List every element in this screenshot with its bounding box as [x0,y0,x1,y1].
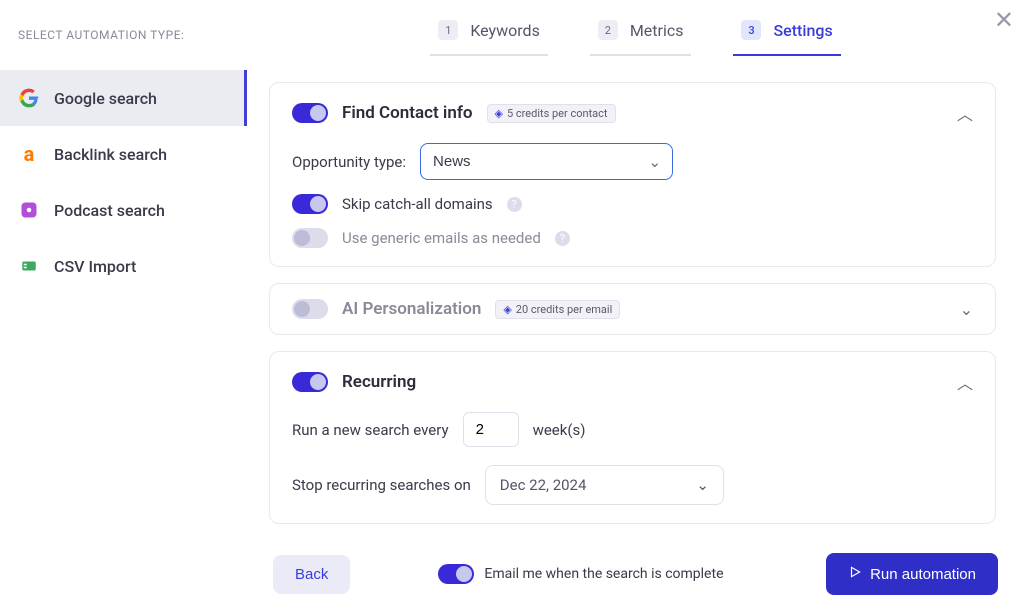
email-complete-label: Email me when the search is complete [484,566,723,582]
skip-catchall-label: Skip catch-all domains [342,195,493,213]
chevron-up-icon[interactable]: ︿ [957,101,973,125]
step-num: 2 [598,20,618,40]
toggle-ai-personalization[interactable] [292,299,328,319]
credits-badge: ◈ 5 credits per contact [487,104,616,123]
step-tabs: 1 Keywords 2 Metrics 3 Settings [269,12,1002,56]
run-every-suffix: week(s) [533,421,586,439]
sidebar-item-label: Podcast search [54,201,165,220]
step-label: Settings [773,21,832,40]
step-label: Keywords [470,21,540,40]
play-icon [848,565,862,583]
sidebar: SELECT AUTOMATION TYPE: Google search a … [0,0,247,609]
back-button[interactable]: Back [273,555,350,594]
run-every-input[interactable] [463,412,519,447]
close-icon[interactable]: ✕ [994,6,1014,35]
footer: Back Email me when the search is complet… [269,535,1002,609]
run-every-prefix: Run a new search every [292,421,449,439]
stop-date-picker[interactable]: Dec 22, 2024 ⌄ [485,465,724,505]
toggle-email-complete[interactable] [438,564,474,584]
card-title: Recurring [342,372,416,392]
help-icon[interactable]: ? [555,231,570,246]
google-icon [18,87,40,109]
stop-date-value: Dec 22, 2024 [500,476,587,494]
toggle-find-contact[interactable] [292,103,328,123]
run-automation-button[interactable]: Run automation [826,553,998,595]
credit-icon: ◈ [495,107,503,120]
chevron-down-icon: ⌄ [696,476,709,494]
toggle-skip-catchall[interactable] [292,194,328,214]
step-tab-settings[interactable]: 3 Settings [733,12,840,56]
card-ai-personalization: AI Personalization ◈ 20 credits per emai… [269,283,996,335]
step-tab-metrics[interactable]: 2 Metrics [590,12,692,56]
card-title: AI Personalization [342,299,481,319]
toggle-generic-emails[interactable] [292,228,328,248]
opportunity-type-value[interactable] [420,143,673,180]
sidebar-item-google-search[interactable]: Google search [0,70,247,126]
step-tab-keywords[interactable]: 1 Keywords [430,12,548,56]
toggle-recurring[interactable] [292,372,328,392]
sidebar-item-label: Google search [54,89,157,108]
sidebar-item-csv-import[interactable]: CSV Import [0,238,247,294]
run-label: Run automation [870,566,976,583]
sidebar-item-podcast-search[interactable]: Podcast search [0,182,247,238]
sidebar-item-label: Backlink search [54,145,167,164]
stop-recurring-label: Stop recurring searches on [292,476,471,494]
sidebar-item-backlink-search[interactable]: a Backlink search [0,126,247,182]
chevron-up-icon[interactable]: ︿ [957,370,973,394]
help-icon[interactable]: ? [507,197,522,212]
step-num: 1 [438,20,458,40]
card-title: Find Contact info [342,103,473,123]
generic-emails-label: Use generic emails as needed [342,229,541,247]
chevron-down-icon[interactable]: ⌄ [960,300,973,319]
opportunity-type-select[interactable]: ⌄ [420,143,673,180]
card-find-contact: Find Contact info ◈ 5 credits per contac… [269,82,996,267]
step-num: 3 [741,20,761,40]
csv-icon [18,255,40,277]
opportunity-type-label: Opportunity type: [292,153,406,171]
card-recurring: Recurring ︿ Run a new search every week(… [269,351,996,524]
credit-icon: ◈ [503,303,511,316]
email-on-complete: Email me when the search is complete [438,564,723,584]
sidebar-item-label: CSV Import [54,257,136,276]
credits-badge: ◈ 20 credits per email [495,300,620,319]
main: 1 Keywords 2 Metrics 3 Settings Find Con… [247,0,1024,609]
ahrefs-icon: a [18,143,40,165]
podcast-icon [18,199,40,221]
sidebar-title: SELECT AUTOMATION TYPE: [18,28,247,42]
step-label: Metrics [630,21,684,40]
